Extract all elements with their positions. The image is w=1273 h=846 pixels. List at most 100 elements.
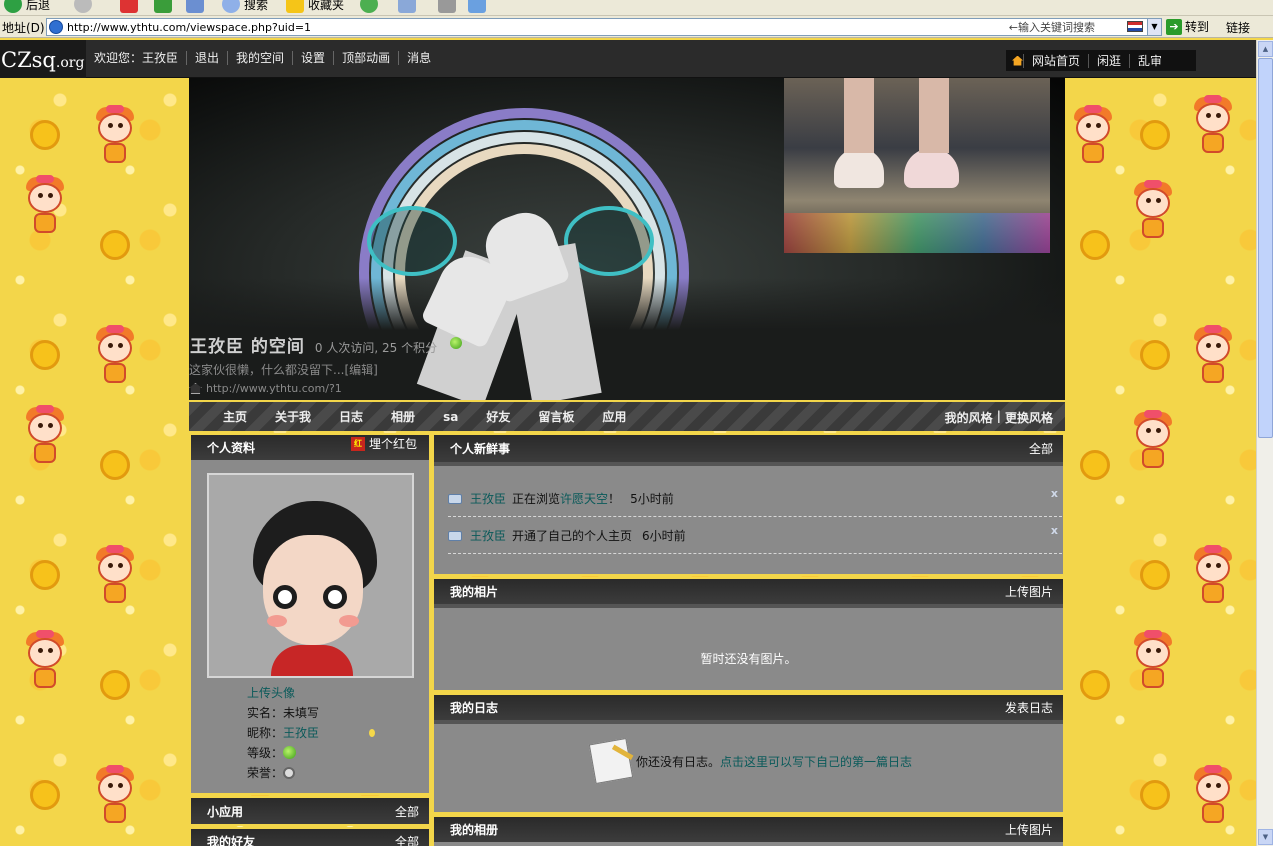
edit-button[interactable] bbox=[468, 0, 486, 14]
visit-stats: 0 人次访问, 25 个积分 bbox=[314, 341, 438, 355]
albums-panel: 我的相册 上传图片 bbox=[432, 815, 1065, 846]
dropdown-arrow-icon[interactable]: ▼ bbox=[1147, 19, 1161, 35]
speech-bubble-icon bbox=[448, 493, 462, 504]
mail-icon bbox=[398, 0, 416, 13]
links-button[interactable]: 链接 bbox=[1226, 19, 1250, 36]
style-separator: | bbox=[996, 409, 1001, 423]
tab-friends[interactable]: 好友 bbox=[472, 408, 524, 425]
media-icon bbox=[360, 0, 378, 13]
go-label: 转到 bbox=[1185, 20, 1210, 34]
space-url-text[interactable]: http://www.ythtu.com/?1 bbox=[206, 382, 342, 395]
upload-photo-link[interactable]: 上传图片 bbox=[1005, 583, 1053, 600]
friends-title: 我的好友 bbox=[207, 835, 256, 846]
friends-panel-header: 我的好友 全部 bbox=[191, 829, 429, 846]
go-button[interactable]: ➔ 转到 bbox=[1166, 18, 1209, 35]
tab-apps[interactable]: 应用 bbox=[588, 408, 640, 425]
browse-link[interactable]: 闲逛 bbox=[1088, 53, 1129, 68]
albums-panel-header: 我的相册 上传图片 bbox=[434, 817, 1063, 842]
hongbao-label: 埋个红包 bbox=[368, 437, 417, 451]
site-topbar: CZsq.org 欢迎您：王孜臣 退出 我的空间 设置 顶部动画 消息 网站首页… bbox=[0, 40, 1256, 78]
hongbao-button[interactable]: 红 埋个红包 bbox=[350, 435, 417, 452]
site-logo[interactable]: CZsq.org bbox=[0, 40, 86, 78]
settings-link[interactable]: 设置 bbox=[292, 51, 333, 65]
feed-user-link[interactable]: 王孜臣 bbox=[470, 527, 506, 544]
space-owner-title[interactable]: 王孜臣 的空间 bbox=[190, 332, 305, 357]
feed-all-link[interactable]: 全部 bbox=[1029, 440, 1053, 457]
feed-time: 6小时前 bbox=[642, 529, 686, 543]
home-button[interactable] bbox=[186, 0, 204, 14]
feed-text: 开通了自己的个人主页 bbox=[512, 529, 633, 543]
first-blog-link[interactable]: 点击这里可以写下自己的第一篇日志 bbox=[720, 755, 912, 769]
photos-panel: 我的相片 上传图片 暂时还没有图片。 bbox=[432, 577, 1065, 692]
top-right-nav: 网站首页 闲逛 乱审 bbox=[1006, 50, 1196, 71]
coin-decoration bbox=[1080, 670, 1110, 700]
scroll-up-icon[interactable]: ▲ bbox=[1258, 41, 1273, 57]
print-button[interactable] bbox=[438, 0, 456, 14]
friends-all-link[interactable]: 全部 bbox=[395, 833, 419, 846]
mail-button[interactable] bbox=[398, 0, 416, 14]
friends-panel: 我的好友 全部 bbox=[189, 827, 431, 846]
tab-guestbook[interactable]: 留言板 bbox=[524, 408, 588, 425]
change-style-link[interactable]: 更换风格 bbox=[1005, 409, 1053, 426]
coin-decoration bbox=[1140, 780, 1170, 810]
apps-title: 小应用 bbox=[207, 804, 244, 819]
stop-icon bbox=[120, 0, 138, 13]
scroll-down-icon[interactable]: ▼ bbox=[1258, 829, 1273, 845]
star-icon bbox=[286, 0, 304, 13]
refresh-button[interactable] bbox=[154, 0, 172, 14]
my-space-link[interactable]: 我的空间 bbox=[227, 51, 292, 65]
space-description[interactable]: 这家伙很懒，什么都没留下...[编辑] bbox=[189, 361, 378, 378]
tab-home[interactable]: 主页 bbox=[189, 408, 261, 425]
feed-place-link[interactable]: 许愿天空 bbox=[560, 490, 608, 507]
red-packet-icon: 红 bbox=[350, 436, 365, 451]
scroll-thumb[interactable] bbox=[1258, 58, 1273, 438]
vertical-scrollbar[interactable]: ▲ ▼ bbox=[1256, 40, 1273, 846]
logo-suffix: .org bbox=[55, 55, 85, 71]
stop-button[interactable] bbox=[120, 0, 138, 14]
address-url: http://www.ythtu.com/viewspace.php?uid=1 bbox=[67, 20, 312, 34]
forward-button[interactable] bbox=[74, 0, 92, 14]
top-animation-link[interactable]: 顶部动画 bbox=[333, 51, 398, 65]
tab-about[interactable]: 关于我 bbox=[261, 408, 325, 425]
tab-album[interactable]: 相册 bbox=[377, 408, 429, 425]
keyword-search-hint[interactable]: ←输入关键词搜索 bbox=[1009, 19, 1095, 35]
write-blog-link[interactable]: 发表日志 bbox=[1005, 699, 1053, 716]
site-home-link[interactable]: 网站首页 bbox=[1023, 53, 1088, 68]
address-input[interactable]: http://www.ythtu.com/viewspace.php?uid=1… bbox=[46, 18, 1162, 36]
nickname-value[interactable]: 王孜臣 bbox=[283, 726, 319, 740]
feed-delete-button[interactable]: x bbox=[1051, 524, 1058, 537]
messages-link[interactable]: 消息 bbox=[398, 51, 439, 65]
home-icon bbox=[189, 383, 202, 394]
tab-sa[interactable]: sa bbox=[429, 410, 472, 424]
media-button[interactable] bbox=[360, 0, 378, 14]
nickname-row: 昵称：王孜臣 bbox=[247, 723, 319, 743]
tab-blog[interactable]: 日志 bbox=[325, 408, 377, 425]
avatar[interactable] bbox=[207, 473, 414, 678]
doll-decoration bbox=[1070, 105, 1116, 169]
logout-link[interactable]: 退出 bbox=[186, 51, 227, 65]
feed-delete-button[interactable]: x bbox=[1051, 487, 1058, 500]
speech-bubble-icon bbox=[448, 530, 462, 541]
level-row: 等级： bbox=[247, 743, 319, 763]
back-button[interactable]: 后退 bbox=[4, 0, 50, 14]
coin-decoration bbox=[1080, 450, 1110, 480]
upload-avatar-link[interactable]: 上传头像 bbox=[247, 683, 319, 703]
apps-all-link[interactable]: 全部 bbox=[395, 803, 419, 820]
photos-panel-header: 我的相片 上传图片 bbox=[434, 579, 1063, 604]
favorites-button[interactable]: 收藏夹 bbox=[286, 0, 344, 14]
feed-panel-header: 个人新鲜事 全部 bbox=[434, 435, 1063, 462]
doll-decoration bbox=[1130, 180, 1176, 244]
coin-decoration bbox=[30, 120, 60, 150]
feed-user-link[interactable]: 王孜臣 bbox=[470, 490, 506, 507]
upload-album-link[interactable]: 上传图片 bbox=[1005, 821, 1053, 838]
doll-decoration bbox=[1190, 765, 1236, 829]
space-url: http://www.ythtu.com/?1 bbox=[189, 382, 342, 395]
my-style-link[interactable]: 我的风格 bbox=[945, 409, 993, 426]
search-button[interactable]: 搜索 bbox=[222, 0, 268, 14]
space-nav: 主页 关于我 日志 相册 sa 好友 留言板 应用 我的风格 | 更换风格 bbox=[189, 400, 1065, 431]
bulb-icon bbox=[369, 729, 375, 737]
feed-title: 个人新鲜事 bbox=[450, 442, 511, 456]
welcome-user[interactable]: 欢迎您：王孜臣 bbox=[90, 51, 186, 65]
review-link[interactable]: 乱审 bbox=[1129, 53, 1170, 68]
favorites-label: 收藏夹 bbox=[308, 0, 345, 12]
